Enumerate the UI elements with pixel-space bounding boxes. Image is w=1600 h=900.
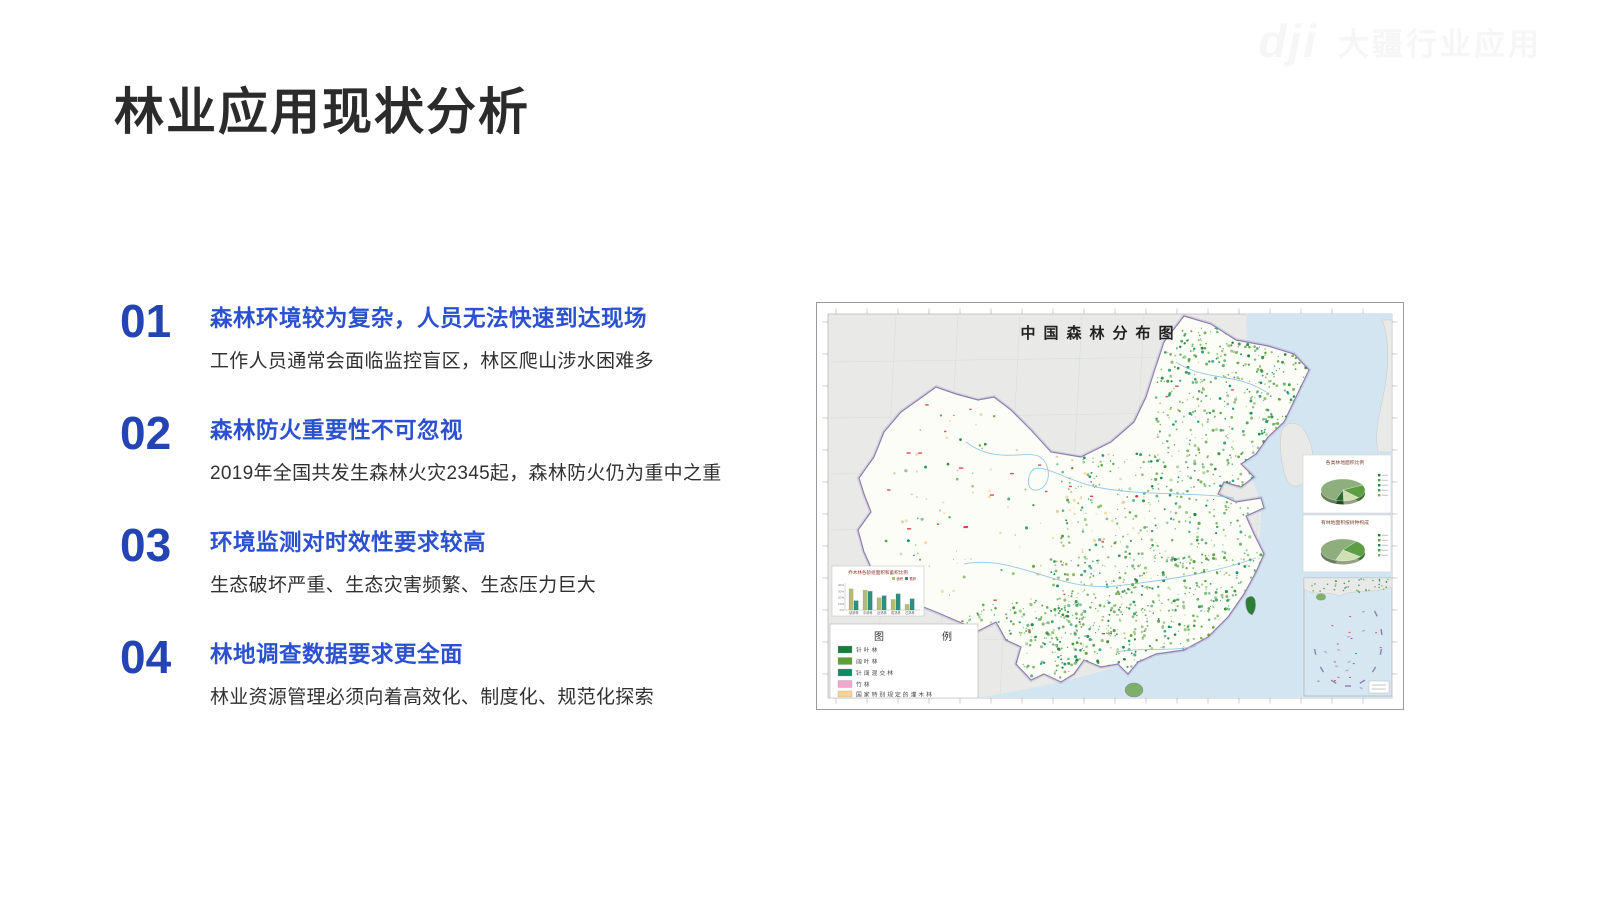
- svg-text:蓄积: 蓄积: [910, 576, 917, 581]
- legend-label: 阔叶林: [856, 658, 879, 666]
- legend-item: 阔叶林: [838, 658, 879, 666]
- pie2-title: 有林地面积按树种构成: [1321, 519, 1369, 526]
- point-detail: 林业资源管理必须向着高效化、制度化、规范化探索: [210, 682, 780, 709]
- svg-text:10%: 10%: [838, 602, 844, 606]
- legend-label: 竹林: [856, 681, 872, 689]
- point-item-02: 02 森林防火重要性不可忽视 2019年全国共发生森林火灾2345起，森林防火仍…: [120, 408, 780, 520]
- legend-swatch: [838, 691, 852, 697]
- svg-text:中龄林: 中龄林: [863, 610, 873, 615]
- point-detail: 工作人员通常会面临监控盲区，林区爬山涉水困难多: [210, 346, 780, 373]
- hainan-island: [1125, 683, 1143, 697]
- point-number: 04: [120, 632, 210, 744]
- age-group-bar-chart: 乔木林各龄组面积和蓄积比例 0% 10% 20% 30% 40% 幼龄林中龄林近熟林成熟林…: [832, 566, 924, 616]
- legend-swatch: [838, 646, 852, 653]
- point-heading: 森林环境较为复杂，人员无法快速到达现场: [210, 301, 780, 333]
- point-number: 02: [120, 408, 210, 520]
- point-heading: 林地调查数据要求更全面: [210, 637, 780, 669]
- svg-text:过熟林: 过熟林: [905, 610, 915, 615]
- point-heading: 森林防火重要性不可忽视: [210, 413, 780, 445]
- svg-text:30%: 30%: [838, 589, 844, 593]
- legend-swatch: [838, 669, 852, 676]
- watermark: dji 大疆行业应用: [1258, 14, 1542, 68]
- svg-text:0%: 0%: [840, 608, 845, 612]
- legend-item: 针阔混交林: [838, 669, 895, 677]
- point-detail: 生态破坏严重、生态灾害频繁、生态压力巨大: [210, 570, 780, 597]
- legend-swatch: [838, 681, 852, 688]
- pie-chart-land-types: 各类林地面积比例: [1303, 455, 1391, 513]
- legend-label: 针阔混交林: [856, 669, 895, 677]
- point-detail: 2019年全国共发生森林火灾2345起，森林防火仍为重中之重: [210, 458, 780, 485]
- pie-chart-species: 有林地面积按树种构成: [1303, 515, 1391, 572]
- point-item-03: 03 环境监测对时效性要求较高 生态破坏严重、生态灾害频繁、生态压力巨大: [120, 520, 780, 632]
- pie1-title: 各类林地面积比例: [1326, 459, 1365, 466]
- point-number: 03: [120, 520, 210, 632]
- point-number: 01: [120, 296, 210, 408]
- south-china-sea-inset: [1304, 578, 1398, 696]
- legend-title: 图例: [874, 630, 1010, 643]
- point-item-01: 01 森林环境较为复杂，人员无法快速到达现场 工作人员通常会面临监控盲区，林区爬…: [120, 296, 780, 408]
- dji-logo: dji: [1258, 14, 1318, 68]
- svg-text:成熟林: 成熟林: [891, 610, 901, 615]
- legend-label: 国家特别规定的灌木林: [856, 691, 934, 699]
- watermark-text: 大疆行业应用: [1338, 19, 1542, 64]
- slide: { "slide": { "title": "林业应用现状分析", "water…: [0, 0, 1600, 900]
- svg-text:幼龄林: 幼龄林: [849, 610, 859, 615]
- point-heading: 环境监测对时效性要求较高: [210, 525, 780, 557]
- point-item-04: 04 林地调查数据要求更全面 林业资源管理必须向着高效化、制度化、规范化探索: [120, 632, 780, 744]
- page-title: 林业应用现状分析: [114, 72, 530, 144]
- points-list: 01 森林环境较为复杂，人员无法快速到达现场 工作人员通常会面临监控盲区，林区爬…: [120, 296, 780, 744]
- map-title: 中国森林分布图: [1020, 324, 1181, 342]
- bar-chart-title: 乔木林各龄组面积和蓄积比例: [848, 569, 908, 576]
- svg-text:面积: 面积: [897, 576, 904, 581]
- svg-text:40%: 40%: [838, 583, 844, 587]
- map-svg: 中国森林分布图 乔木林各龄组面积和蓄积比例 0% 10% 20% 30% 40% 幼龄林中…: [816, 302, 1404, 710]
- inset-scale-box: [1369, 681, 1389, 693]
- svg-text:20%: 20%: [838, 596, 844, 600]
- legend-label: 针叶林: [856, 646, 879, 654]
- legend-item: 针叶林: [838, 646, 879, 654]
- inset-hainan: [1316, 594, 1326, 601]
- legend-swatch: [838, 658, 852, 665]
- china-forest-map: 中国森林分布图 乔木林各龄组面积和蓄积比例 0% 10% 20% 30% 40% 幼龄林中…: [816, 302, 1404, 710]
- svg-text:近熟林: 近熟林: [877, 610, 887, 615]
